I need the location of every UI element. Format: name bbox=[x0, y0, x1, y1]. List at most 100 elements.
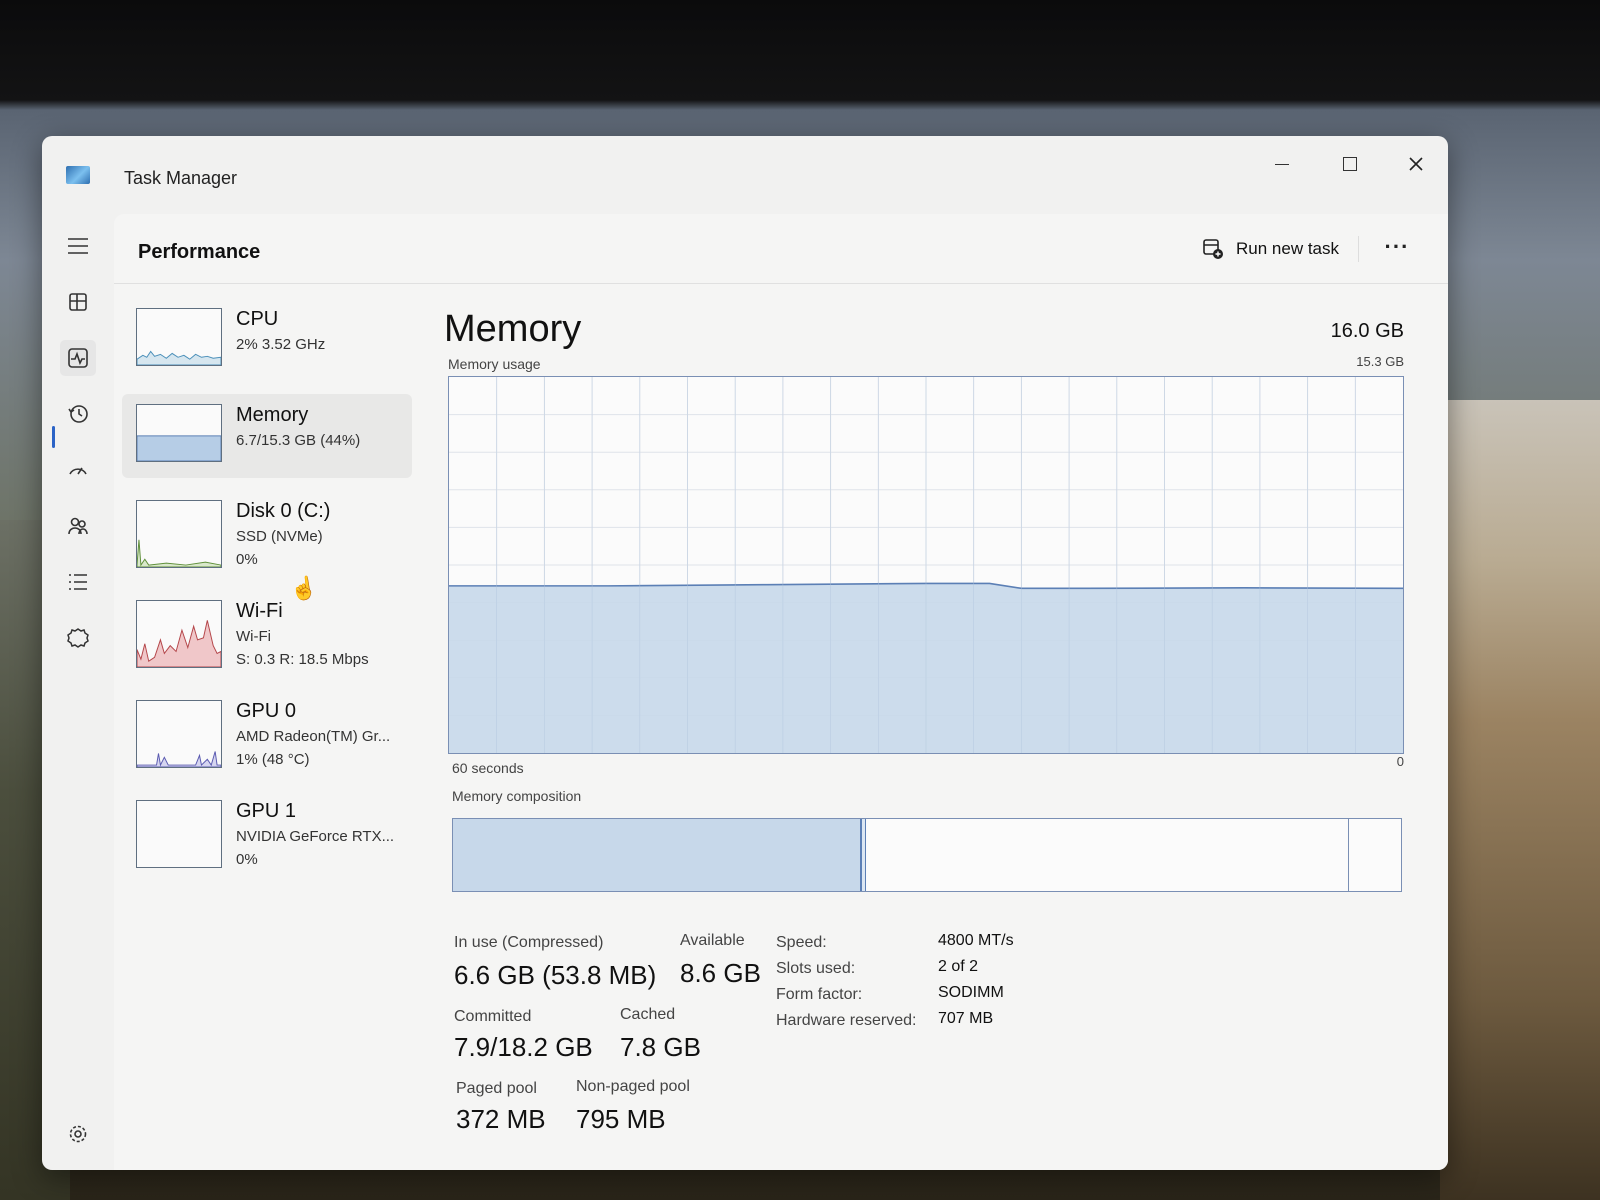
resource-detail-2: 1% (48 °C) bbox=[236, 751, 310, 768]
resource-detail: Wi-Fi bbox=[236, 628, 271, 645]
composition-standby-boundary bbox=[1348, 819, 1350, 891]
users-icon bbox=[68, 517, 88, 535]
performance-resource-list: CPU 2% 3.52 GHz Memory 6.7/15.3 GB (44%)… bbox=[122, 298, 412, 890]
slots-used-label: Slots used: bbox=[776, 960, 856, 977]
in-use-value: 6.6 GB (53.8 MB) bbox=[454, 960, 657, 990]
performance-icon bbox=[68, 348, 88, 368]
slots-used-value: 2 of 2 bbox=[938, 958, 979, 975]
details-icon bbox=[69, 574, 87, 590]
menu-icon bbox=[68, 238, 88, 254]
close-icon bbox=[1409, 157, 1423, 171]
header-separator bbox=[1358, 236, 1359, 262]
more-options-button[interactable]: ··· bbox=[1380, 232, 1414, 262]
wifi-thumbnail-graph bbox=[136, 600, 222, 668]
nav-performance[interactable] bbox=[60, 340, 96, 376]
settings-icon bbox=[69, 1125, 87, 1143]
close-button[interactable] bbox=[1388, 144, 1444, 184]
run-new-task-icon bbox=[1203, 239, 1223, 259]
resource-item-disk[interactable]: Disk 0 (C:) SSD (NVMe) 0% bbox=[122, 490, 412, 578]
resource-item-wifi[interactable]: Wi-Fi Wi-Fi S: 0.3 R: 18.5 Mbps bbox=[122, 590, 412, 678]
nav-services[interactable] bbox=[60, 620, 96, 656]
form-factor-value: SODIMM bbox=[938, 984, 1004, 1001]
composition-in-use bbox=[453, 819, 862, 891]
cached-value: 7.8 GB bbox=[620, 1032, 701, 1062]
memory-detail-panel: Memory 16.0 GB Memory usage 15.3 GB 60 s… bbox=[444, 298, 1404, 1158]
x-axis-right-label: 0 bbox=[1396, 754, 1404, 769]
task-manager-app-icon bbox=[66, 166, 90, 184]
resource-name: Memory bbox=[236, 404, 309, 426]
paged-pool-value: 372 MB bbox=[456, 1104, 546, 1134]
nav-processes[interactable] bbox=[60, 284, 96, 320]
resource-item-gpu1[interactable]: GPU 1 NVIDIA GeForce RTX... 0% bbox=[122, 790, 412, 878]
page-header: Performance Run new task ··· bbox=[114, 214, 1448, 284]
memory-heading: Memory bbox=[444, 308, 582, 350]
resource-name: GPU 1 bbox=[236, 800, 297, 822]
form-factor-label: Form factor: bbox=[776, 986, 863, 1003]
resource-name: Disk 0 (C:) bbox=[236, 500, 331, 522]
cpu-thumbnail-graph bbox=[136, 308, 222, 366]
memory-thumbnail-graph bbox=[136, 404, 222, 462]
memory-composition-bar bbox=[452, 818, 1402, 892]
nav-users[interactable] bbox=[60, 508, 96, 544]
resource-name: CPU bbox=[236, 308, 279, 330]
memory-usage-plot bbox=[449, 377, 1403, 753]
committed-value: 7.9/18.2 GB bbox=[454, 1032, 593, 1062]
run-new-task-label: Run new task bbox=[1236, 239, 1339, 258]
nav-startup-apps[interactable] bbox=[60, 452, 96, 488]
hardware-reserved-label: Hardware reserved: bbox=[776, 1012, 917, 1029]
title-bar[interactable]: Task Manager bbox=[42, 136, 1448, 212]
memory-usage-max: 15.3 GB bbox=[1356, 354, 1404, 369]
gpu0-thumbnail-graph bbox=[136, 700, 222, 768]
committed-label: Committed bbox=[454, 1008, 532, 1025]
resource-name: Wi-Fi bbox=[236, 600, 283, 622]
non-paged-pool-label: Non-paged pool bbox=[576, 1078, 690, 1095]
resource-name: GPU 0 bbox=[236, 700, 297, 722]
disk-thumbnail-graph bbox=[136, 500, 222, 568]
run-new-task-button[interactable]: Run new task bbox=[1202, 234, 1339, 264]
resource-detail: 6.7/15.3 GB (44%) bbox=[236, 432, 361, 449]
speed-value: 4800 MT/s bbox=[938, 932, 1014, 949]
resource-detail: SSD (NVMe) bbox=[236, 528, 323, 545]
hamburger-menu-button[interactable] bbox=[60, 228, 96, 264]
cached-label: Cached bbox=[620, 1006, 676, 1023]
window-title: Task Manager bbox=[124, 168, 238, 188]
gpu1-thumbnail-graph bbox=[136, 800, 222, 868]
resource-detail-2: 0% bbox=[236, 551, 258, 568]
available-label: Available bbox=[680, 932, 745, 949]
x-axis-left-label: 60 seconds bbox=[452, 760, 524, 776]
nav-app-history[interactable] bbox=[60, 396, 96, 432]
maximize-button[interactable] bbox=[1322, 144, 1378, 184]
resource-detail-2: 0% bbox=[236, 851, 258, 868]
desktop-wallpaper-building bbox=[1440, 400, 1600, 1200]
composition-modified bbox=[861, 819, 866, 891]
mouse-pointer-icon: ☝ bbox=[288, 574, 319, 603]
minimize-icon bbox=[1275, 163, 1289, 165]
memory-composition-label: Memory composition bbox=[452, 788, 582, 804]
nav-details[interactable] bbox=[60, 564, 96, 600]
hardware-reserved-value: 707 MB bbox=[938, 1010, 994, 1027]
page-title: Performance bbox=[138, 241, 261, 263]
speed-label: Speed: bbox=[776, 934, 827, 951]
resource-item-cpu[interactable]: CPU 2% 3.52 GHz bbox=[122, 298, 412, 382]
processes-icon bbox=[69, 293, 87, 311]
resource-item-memory[interactable]: Memory 6.7/15.3 GB (44%) bbox=[122, 394, 412, 478]
resource-detail-2: S: 0.3 R: 18.5 Mbps bbox=[236, 651, 369, 668]
paged-pool-label: Paged pool bbox=[456, 1080, 537, 1097]
maximize-icon bbox=[1343, 157, 1357, 171]
memory-total: 16.0 GB bbox=[1330, 320, 1404, 342]
available-value: 8.6 GB bbox=[680, 958, 761, 988]
navigation-rail bbox=[42, 212, 114, 1170]
memory-usage-chart bbox=[448, 376, 1404, 754]
memory-usage-label: Memory usage bbox=[448, 356, 541, 372]
nav-settings[interactable] bbox=[60, 1116, 96, 1152]
minimize-button[interactable] bbox=[1254, 144, 1310, 184]
resource-item-gpu0[interactable]: GPU 0 AMD Radeon(TM) Gr... 1% (48 °C) bbox=[122, 690, 412, 778]
active-nav-indicator bbox=[52, 426, 55, 448]
startup-apps-icon bbox=[69, 467, 87, 475]
resource-detail: AMD Radeon(TM) Gr... bbox=[236, 728, 391, 745]
app-history-icon bbox=[68, 405, 88, 423]
non-paged-pool-value: 795 MB bbox=[576, 1104, 666, 1134]
content-pane: Performance Run new task ··· CPU 2% 3.52… bbox=[114, 214, 1448, 1170]
in-use-label: In use (Compressed) bbox=[454, 934, 604, 951]
task-manager-window: Task Manager Performance Run new task ··… bbox=[42, 136, 1448, 1170]
